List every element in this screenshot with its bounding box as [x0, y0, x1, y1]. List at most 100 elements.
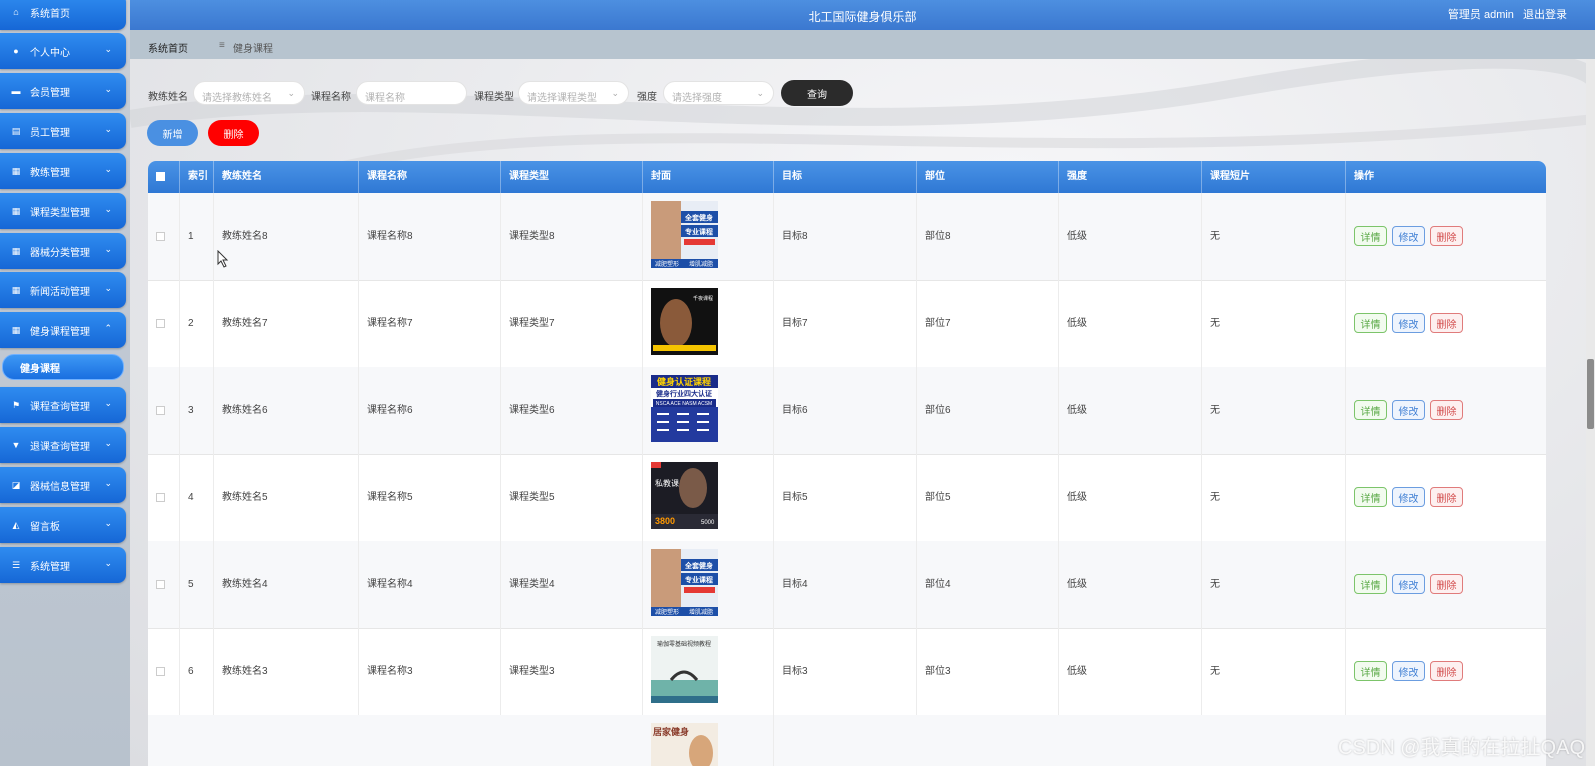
intensity-select[interactable]: 请选择强度 ⌄ — [663, 81, 774, 105]
detail-button[interactable]: 详情 — [1354, 487, 1387, 507]
delete-button[interactable]: 删除 — [1430, 313, 1463, 333]
sidebar-item-news[interactable]: ▦ 新闻活动管理 ⌄ — [0, 272, 126, 308]
cover-image[interactable]: 健身认证课程 健身行业四大认证 NSCA ACE NASM ACSM — [651, 375, 718, 442]
edit-button[interactable]: 修改 — [1392, 661, 1425, 681]
app-title: 北工国际健身俱乐部 — [808, 10, 917, 24]
breadcrumb: 系统首页 ≡ 健身课程 — [130, 30, 1595, 59]
delete-button[interactable]: 删除 — [1430, 400, 1463, 420]
batch-delete-button[interactable]: 删除 — [208, 120, 259, 146]
row-checkbox[interactable] — [156, 580, 165, 589]
logout-link[interactable]: 退出登录 — [1523, 9, 1567, 21]
page-scrollbar[interactable] — [1586, 59, 1595, 766]
target-cell: 目标8 — [774, 193, 917, 280]
header-actions: 操作 — [1354, 171, 1374, 182]
course-table: 索引 教练姓名 课程名称 课程类型 封面 目标 部位 强度 课程短片 操作 1教… — [148, 161, 1546, 766]
sidebar: ⌂ 系统首页 ● 个人中心 ⌄ ▬ 会员管理 ⌄ ▤ 员工管理 ⌄ ▦ 教练管理 ⌄ ▦ 课程类型管… — [0, 0, 130, 766]
sidebar-item-members[interactable]: ▬ 会员管理 ⌄ — [0, 73, 126, 109]
delete-button[interactable]: 删除 — [1430, 487, 1463, 507]
coach-select[interactable]: 请选择教练姓名 ⌄ — [193, 81, 305, 105]
breadcrumb-home[interactable]: 系统首页 — [148, 40, 188, 55]
detail-button[interactable]: 详情 — [1354, 574, 1387, 594]
edit-button[interactable]: 修改 — [1392, 487, 1425, 507]
sidebar-item-fitness-courses[interactable]: ▦ 健身课程管理 ⌃ — [0, 312, 126, 348]
poster-text: 增肌减脂 — [689, 260, 713, 268]
select-all-checkbox[interactable] — [156, 172, 165, 181]
video-cell: 无 — [1202, 367, 1346, 454]
grid-icon: ▦ — [11, 245, 21, 256]
breadcrumb-separator: ≡ — [219, 40, 225, 51]
coach-label: 教练姓名 — [148, 92, 188, 103]
edit-button[interactable]: 修改 — [1392, 400, 1425, 420]
sidebar-item-staff[interactable]: ▤ 员工管理 ⌄ — [0, 113, 126, 149]
cover-image[interactable]: 千夜课程 — [651, 288, 718, 355]
top-bar: 北工国际健身俱乐部 管理员 admin 退出登录 — [130, 0, 1595, 30]
row-checkbox[interactable] — [156, 232, 165, 241]
breadcrumb-current: 健身课程 — [233, 44, 273, 55]
poster-text: 全套健身 — [684, 213, 713, 222]
sidebar-item-message-board[interactable]: ◭ 留言板 ⌄ — [0, 507, 126, 543]
intensity-cell: 低级 — [1059, 454, 1202, 541]
delete-button[interactable]: 删除 — [1430, 661, 1463, 681]
edit-button[interactable]: 修改 — [1392, 226, 1425, 246]
sidebar-item-system[interactable]: ☰ 系统管理 ⌄ — [0, 547, 126, 583]
part-cell: 部位7 — [917, 280, 1059, 367]
course-input[interactable]: 课程名称 — [356, 81, 467, 105]
sidebar-item-personal[interactable]: ● 个人中心 ⌄ — [0, 33, 126, 69]
actions-cell: 详情 修改 删除 — [1346, 628, 1546, 715]
coach-cell: 教练姓名8 — [214, 193, 359, 280]
sidebar-item-equipment-info[interactable]: ◪ 器械信息管理 ⌄ — [0, 467, 126, 503]
target-cell: 目标4 — [774, 541, 917, 628]
row-checkbox[interactable] — [156, 406, 165, 415]
table-row: 5 教练姓名4 课程名称4 课程类型4 全套健身 专业课程 减肥塑形 增肌减脂 目标4 部位4 低级… — [148, 541, 1546, 629]
sidebar-subitem-fitness-course[interactable]: 健身课程 — [2, 354, 124, 380]
cover-image[interactable]: 全套健身 专业课程 减肥塑形 增肌减脂 — [651, 201, 718, 268]
target-cell: 目标5 — [774, 454, 917, 541]
query-button[interactable]: 查询 — [781, 80, 853, 106]
coach-cell: 教练姓名6 — [214, 367, 359, 454]
row-checkbox[interactable] — [156, 493, 165, 502]
cover-cell: 全套健身 专业课程 减肥塑形 增肌减脂 — [643, 193, 774, 280]
course-label: 课程名称 — [311, 92, 351, 103]
detail-button[interactable]: 详情 — [1354, 661, 1387, 681]
sidebar-item-label: 退课查询管理 — [30, 441, 90, 453]
sidebar-item-label: 课程类型管理 — [30, 207, 90, 219]
edit-button[interactable]: 修改 — [1392, 313, 1425, 333]
cover-image[interactable]: 全套健身 专业课程 减肥塑形 增肌减脂 — [651, 549, 718, 616]
delete-button[interactable]: 删除 — [1430, 574, 1463, 594]
course-cell: 课程名称5 — [359, 454, 501, 541]
cover-image[interactable]: 居家健身 — [651, 723, 718, 766]
sidebar-item-label: 新闻活动管理 — [30, 286, 90, 298]
grid-icon: ▦ — [11, 284, 21, 295]
scrollbar-thumb[interactable] — [1587, 359, 1594, 429]
detail-button[interactable]: 详情 — [1354, 313, 1387, 333]
poster-text: 健身行业四大认证 — [656, 389, 712, 398]
row-checkbox[interactable] — [156, 319, 165, 328]
sidebar-item-course-types[interactable]: ▦ 课程类型管理 ⌄ — [0, 193, 126, 229]
sidebar-item-home[interactable]: ⌂ 系统首页 — [0, 0, 126, 30]
actions-cell: 详情 修改 删除 — [1346, 280, 1546, 367]
sidebar-item-label: 留言板 — [30, 521, 60, 533]
header-course: 课程名称 — [359, 161, 501, 193]
sidebar-item-course-query[interactable]: ⚑ 课程查询管理 ⌄ — [0, 387, 126, 423]
type-select[interactable]: 请选择课程类型 ⌄ — [518, 81, 629, 105]
detail-button[interactable]: 详情 — [1354, 400, 1387, 420]
cover-image[interactable]: 瑜伽零基础视频教程 — [651, 636, 718, 703]
chevron-down-icon: ⌄ — [104, 283, 112, 293]
sidebar-item-label: 课程查询管理 — [30, 401, 90, 413]
add-button[interactable]: 新增 — [147, 120, 198, 146]
poster-text: 减肥塑形 — [655, 260, 679, 268]
detail-button[interactable]: 详情 — [1354, 226, 1387, 246]
coach-cell: 教练姓名7 — [214, 280, 359, 367]
sidebar-item-equipment-categories[interactable]: ▦ 器械分类管理 ⌄ — [0, 233, 126, 269]
row-checkbox[interactable] — [156, 667, 165, 676]
type-label: 课程类型 — [474, 92, 514, 103]
cover-image[interactable]: 私教课 3800 5000 — [651, 462, 718, 529]
edit-button[interactable]: 修改 — [1392, 574, 1425, 594]
delete-button[interactable]: 删除 — [1430, 226, 1463, 246]
type-cell: 课程类型5 — [501, 454, 643, 541]
user-area: 管理员 admin 退出登录 — [1442, 6, 1567, 22]
sidebar-item-withdraw-query[interactable]: ▼ 退课查询管理 ⌄ — [0, 427, 126, 463]
sidebar-item-coaches[interactable]: ▦ 教练管理 ⌄ — [0, 153, 126, 189]
poster-text: 减肥塑形 — [655, 608, 679, 616]
index-cell: 2 — [180, 280, 214, 367]
